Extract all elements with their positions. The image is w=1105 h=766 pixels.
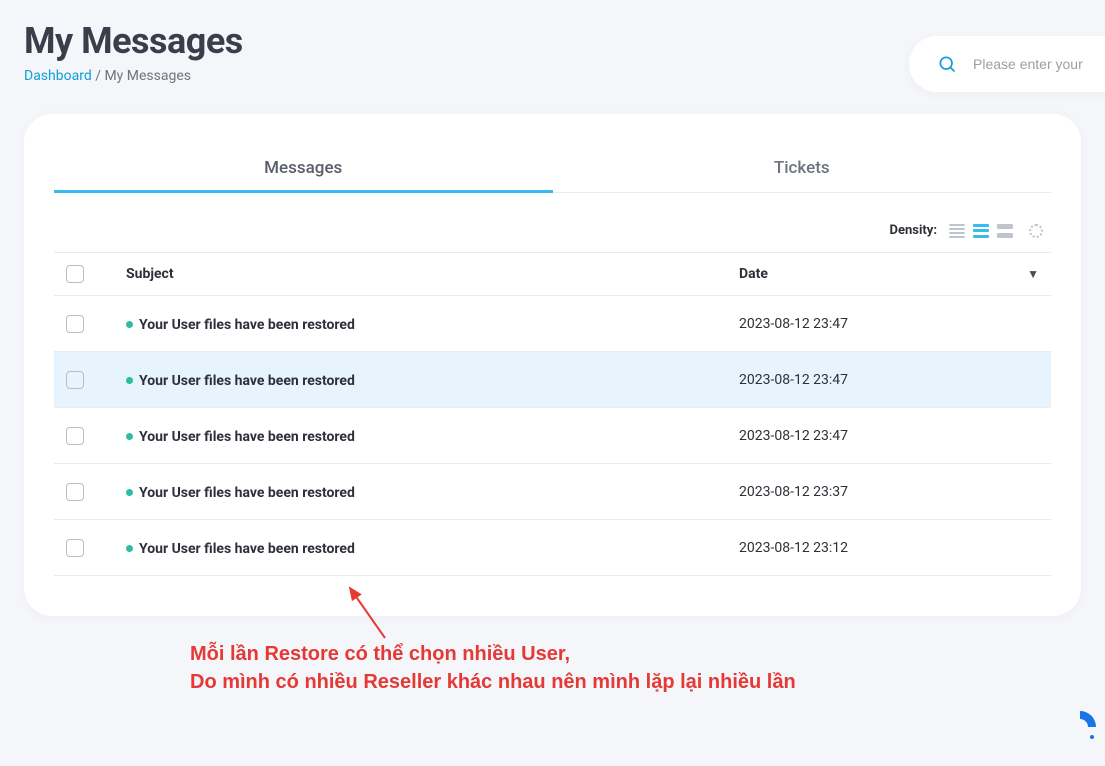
status-dot-icon bbox=[126, 545, 133, 552]
table-row[interactable]: Your User files have been restored 2023-0… bbox=[54, 520, 1051, 576]
row-subject: Your User files have been restored bbox=[139, 541, 355, 557]
tabs: Messages Tickets bbox=[54, 144, 1051, 193]
column-header-subject[interactable]: Subject bbox=[126, 266, 739, 282]
refresh-icon[interactable] bbox=[1029, 224, 1043, 238]
row-date: 2023-08-12 23:47 bbox=[739, 372, 848, 388]
status-dot-icon bbox=[126, 433, 133, 440]
messages-card: Messages Tickets Density: Subject Date ▼… bbox=[24, 114, 1081, 616]
density-compact-icon[interactable] bbox=[949, 224, 965, 238]
row-checkbox[interactable] bbox=[66, 539, 84, 557]
table-header: Subject Date ▼ bbox=[54, 252, 1051, 296]
annotation-line1: Mỗi lần Restore có thể chọn nhiều User, bbox=[190, 640, 796, 668]
search-icon bbox=[937, 54, 957, 74]
recaptcha-icon bbox=[1060, 707, 1100, 747]
search-box[interactable] bbox=[909, 36, 1105, 92]
row-checkbox[interactable] bbox=[66, 315, 84, 333]
messages-table: Subject Date ▼ Your User files have been… bbox=[54, 252, 1051, 576]
breadcrumb-dashboard-link[interactable]: Dashboard bbox=[24, 68, 92, 84]
table-row[interactable]: Your User files have been restored 2023-0… bbox=[54, 296, 1051, 352]
column-header-date[interactable]: Date bbox=[739, 266, 768, 282]
status-dot-icon bbox=[126, 377, 133, 384]
select-all-checkbox[interactable] bbox=[66, 265, 84, 283]
row-checkbox[interactable] bbox=[66, 483, 84, 501]
row-subject: Your User files have been restored bbox=[139, 317, 355, 333]
annotation-text: Mỗi lần Restore có thể chọn nhiều User, … bbox=[190, 640, 796, 696]
sort-desc-icon[interactable]: ▼ bbox=[1027, 267, 1039, 281]
row-date: 2023-08-12 23:47 bbox=[739, 428, 848, 444]
density-controls: Density: bbox=[54, 223, 1051, 238]
row-date: 2023-08-12 23:12 bbox=[739, 540, 848, 556]
breadcrumb-current: My Messages bbox=[104, 68, 191, 84]
status-dot-icon bbox=[126, 321, 133, 328]
density-normal-icon[interactable] bbox=[973, 224, 989, 238]
density-wide-icon[interactable] bbox=[997, 224, 1013, 238]
recaptcha-badge bbox=[1055, 702, 1105, 752]
row-date: 2023-08-12 23:47 bbox=[739, 316, 848, 332]
row-subject: Your User files have been restored bbox=[139, 373, 355, 389]
density-label: Density: bbox=[890, 223, 937, 238]
row-subject: Your User files have been restored bbox=[139, 485, 355, 501]
tab-messages[interactable]: Messages bbox=[54, 144, 553, 192]
table-row[interactable]: Your User files have been restored 2023-0… bbox=[54, 464, 1051, 520]
row-date: 2023-08-12 23:37 bbox=[739, 484, 848, 500]
table-row[interactable]: Your User files have been restored 2023-0… bbox=[54, 352, 1051, 408]
row-checkbox[interactable] bbox=[66, 371, 84, 389]
breadcrumb-separator: / bbox=[92, 68, 105, 84]
table-row[interactable]: Your User files have been restored 2023-0… bbox=[54, 408, 1051, 464]
status-dot-icon bbox=[126, 489, 133, 496]
row-subject: Your User files have been restored bbox=[139, 429, 355, 445]
search-input[interactable] bbox=[973, 56, 1085, 72]
row-checkbox[interactable] bbox=[66, 427, 84, 445]
annotation-line2: Do mình có nhiều Reseller khác nhau nên … bbox=[190, 668, 796, 696]
tab-tickets[interactable]: Tickets bbox=[553, 144, 1052, 192]
